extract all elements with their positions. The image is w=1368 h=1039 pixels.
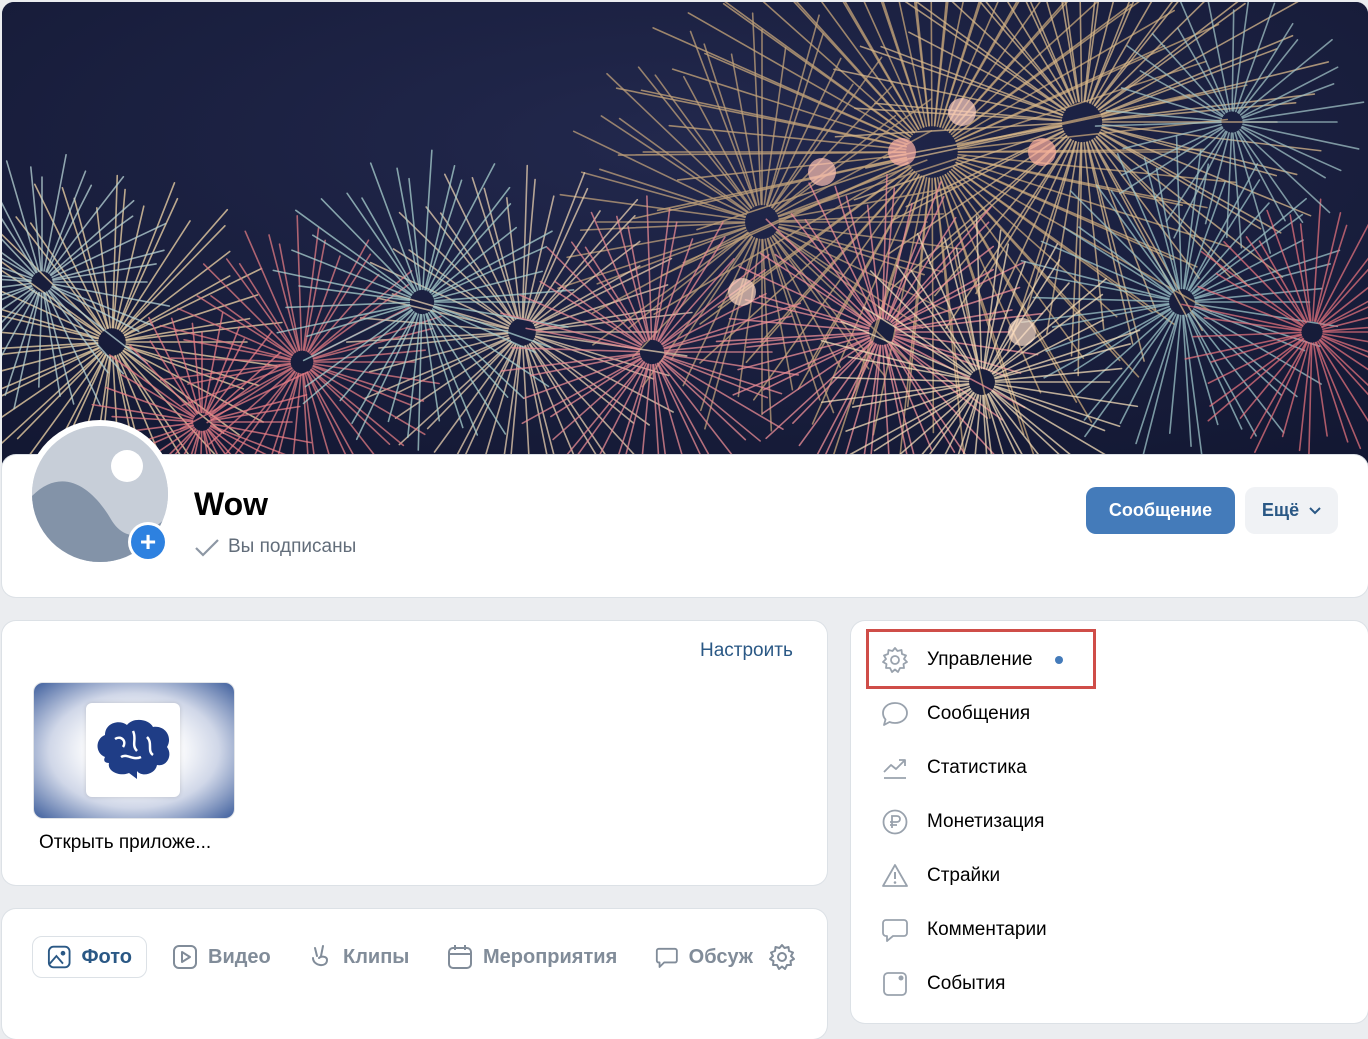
events-icon [883,972,907,996]
tab-label: Клипы [343,945,410,968]
tab-photo[interactable]: Фото [32,936,147,978]
tab-label: Мероприятия [483,945,618,968]
gear-icon [769,944,795,970]
menu-item-label: Комментарии [927,919,1047,940]
tab-label: Видео [208,945,271,968]
add-avatar-button[interactable]: + [128,522,168,562]
message-bubble-icon [882,702,908,726]
app-label: Открыть приложе... [39,832,212,853]
app-tile[interactable] [33,682,235,819]
tab-events[interactable]: Мероприятия [447,936,617,978]
chart-trend-icon [883,759,906,779]
plus-icon: + [131,525,165,559]
menu-item-comments[interactable]: Комментарии [881,910,1047,950]
tabs-settings-button[interactable] [768,943,796,976]
discussion-icon [655,947,678,968]
more-label: Ещё [1261,500,1300,520]
menu-item-label: Статистика [927,757,1027,778]
highlight-frame [866,629,1096,689]
customize-link[interactable]: Настроить [700,640,793,662]
group-name: Wow [194,486,269,522]
tab-label: Фото [81,945,132,968]
tab-label: Обсуж [688,945,753,968]
menu-item-events[interactable]: События [881,964,1005,1004]
ruble-icon [882,809,908,835]
chevron-down-icon [1309,506,1321,514]
menu-item-label: Монетизация [927,811,1045,832]
menu-item-label: Сообщения [927,703,1031,724]
checkmark-icon [195,539,219,557]
subscription-status[interactable]: Вы подписаны [194,536,356,558]
tab-clips[interactable]: Клипы [307,936,409,978]
tab-video[interactable]: Видео [172,936,271,978]
group-avatar[interactable]: + [26,420,174,568]
comment-icon [882,919,908,942]
cover-image [2,2,1368,472]
subscribed-label: Вы подписаны [228,536,357,557]
message-button[interactable]: Сообщение [1086,487,1235,534]
video-icon [173,945,197,969]
calendar-icon [448,945,472,969]
more-button[interactable]: Ещё [1245,487,1338,534]
menu-item-messages[interactable]: Сообщения [881,694,1030,734]
clips-icon [312,945,329,966]
warning-icon [882,864,908,887]
menu-item-monetization[interactable]: Монетизация [881,802,1044,842]
menu-item-label: События [927,973,1006,994]
tab-discussions[interactable]: Обсуж [655,936,753,978]
photo-icon [47,945,71,969]
menu-item-label: Страйки [927,865,1001,886]
menu-item-statistics[interactable]: Статистика [881,748,1027,788]
menu-item-strikes[interactable]: Страйки [881,856,1000,896]
brain-icon [86,703,180,797]
